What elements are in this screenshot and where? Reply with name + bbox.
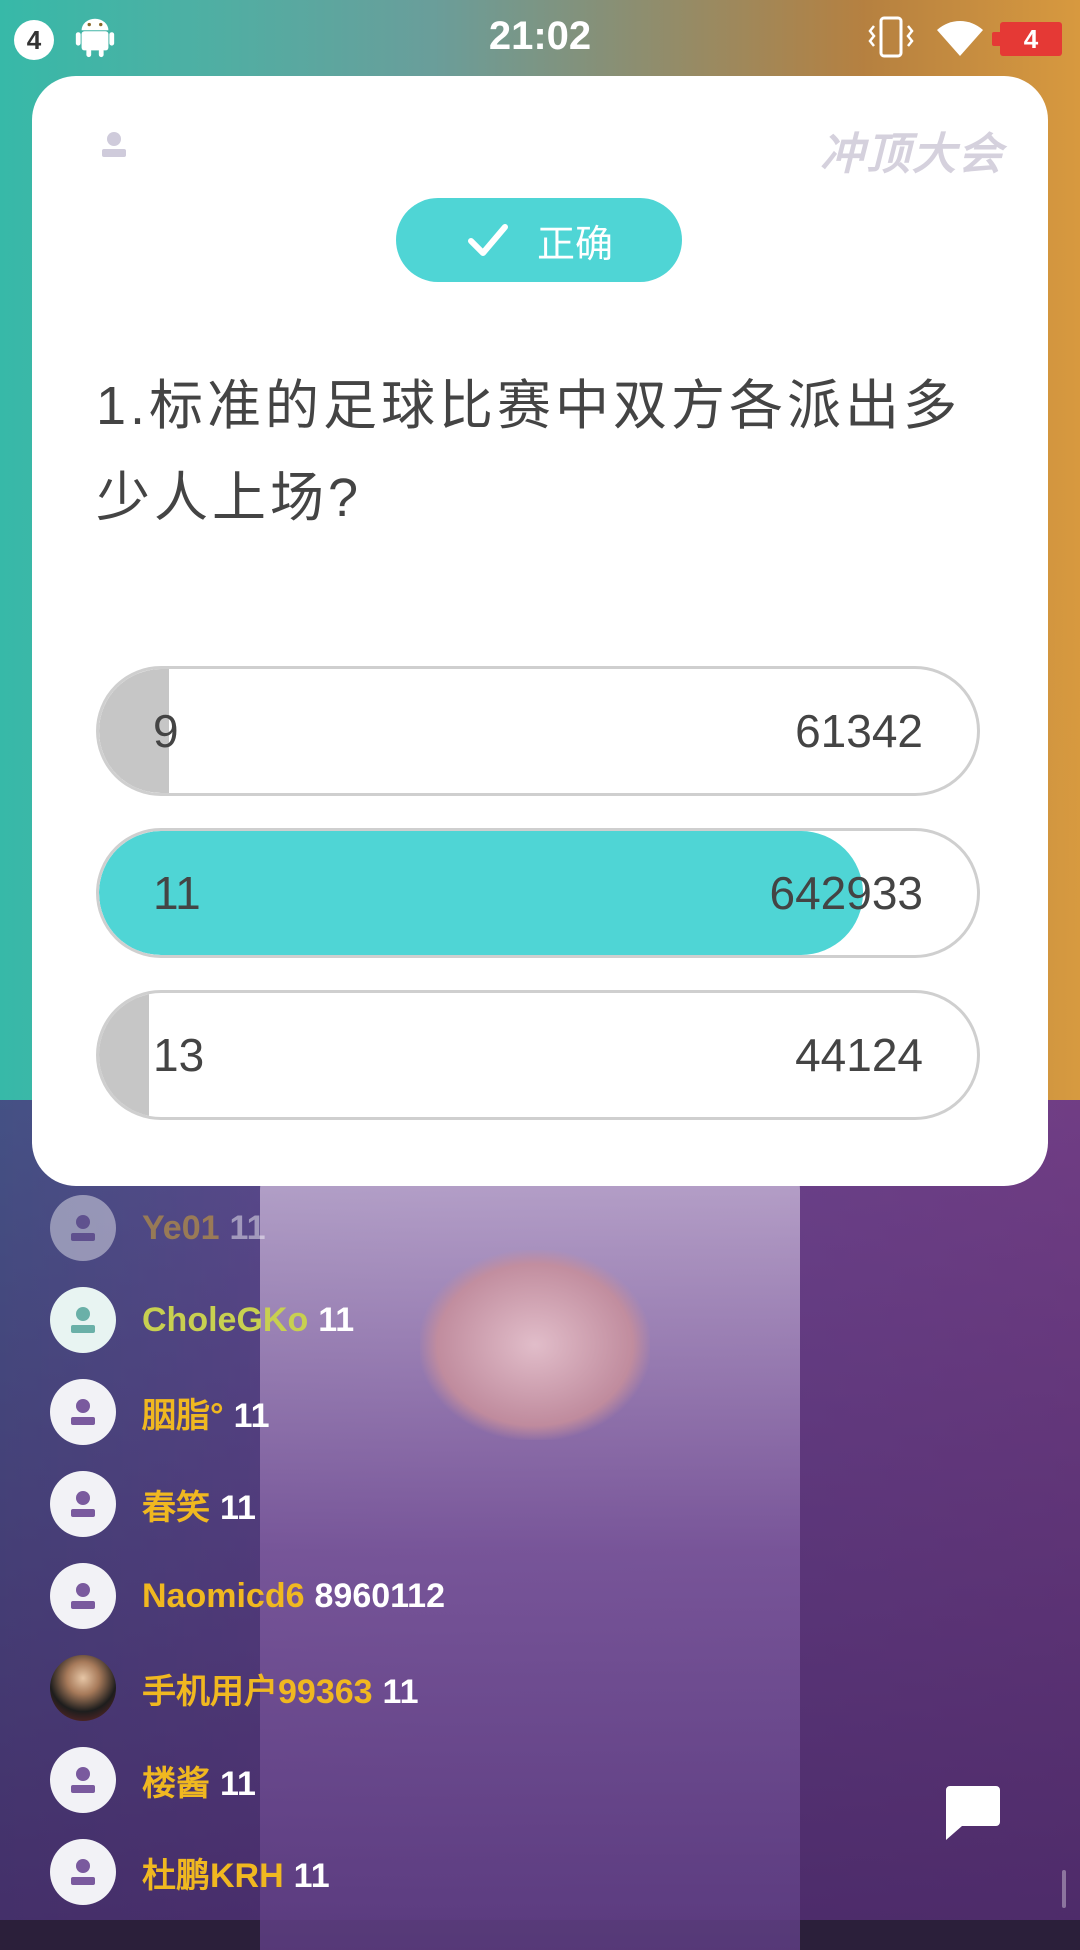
comment-item: 春笑 11 [50,1458,750,1550]
answer-result-badge: 正确 [396,198,682,282]
answer-option-3[interactable]: 13 44124 [96,990,980,1120]
comment-username: 春笑 [142,1488,210,1527]
avatar[interactable] [50,1563,116,1629]
comment-item: Ye01 11 [50,1182,750,1274]
default-avatar-icon [71,1215,95,1241]
comment-username: 手机用户99363 [142,1672,373,1711]
vibrate-icon [868,16,914,58]
comment-message: 8960112 [314,1576,446,1615]
comment-item: 楼酱 11 [50,1734,750,1826]
answer-option-label: 9 [153,705,179,757]
comment-item: 胭脂° 11 [50,1366,750,1458]
answer-option-label: 11 [153,867,201,919]
answer-option-2[interactable]: 11 642933 [96,828,980,958]
default-avatar-icon [71,1307,95,1333]
comment-message: 11 [318,1300,355,1339]
comment-username: Ye01 [142,1208,220,1247]
user-icon[interactable] [100,130,128,158]
app-logo: 冲顶大会 [820,130,1004,179]
scroll-indicator [1062,1870,1066,1908]
wifi-icon [937,21,983,57]
answer-option-1[interactable]: 9 61342 [96,666,980,796]
comment-username: 楼酱 [142,1764,210,1803]
comment-message: 11 [293,1856,330,1895]
chat-icon[interactable] [940,1782,1002,1842]
checkmark-icon [467,224,508,256]
status-bar: 4 21:02 4 [0,0,1080,76]
avatar[interactable] [50,1287,116,1353]
avatar[interactable] [50,1195,116,1261]
default-avatar-icon [71,1491,95,1517]
default-avatar-icon [71,1767,95,1793]
comment-username: 胭脂° [142,1396,224,1435]
comment-message: 11 [220,1764,256,1803]
answer-option-2-fill [99,831,863,955]
answer-option-count: 44124 [795,1029,923,1081]
clock: 21:02 [488,14,592,58]
answer-option-count: 642933 [769,867,924,919]
default-avatar-icon [71,1583,95,1609]
comment-message: 11 [382,1672,419,1711]
answer-option-count: 61342 [795,705,923,757]
comment-item: Naomicd6 8960112 [50,1550,750,1642]
avatar-photo[interactable] [50,1655,116,1721]
comment-item: 杜鹏KRH 11 [50,1826,750,1918]
avatar[interactable] [50,1471,116,1537]
answer-option-label: 13 [153,1029,205,1081]
question-text: 1.标准的足球比赛中双方各派出多少人上场? [96,376,962,528]
comment-message: 11 [229,1208,266,1247]
live-comments-list: Ye01 11 CholeGKo 11 胭脂° 11 春笑 11 Naomicd6 896… [50,1182,750,1918]
comment-username: Naomicd6 [142,1576,305,1615]
comment-username: 杜鹏KRH [142,1856,284,1895]
comment-message: 11 [233,1396,270,1435]
avatar[interactable] [50,1839,116,1905]
comment-item: CholeGKo 11 [50,1274,750,1366]
comment-message: 11 [220,1488,256,1527]
avatar[interactable] [50,1379,116,1445]
result-label: 正确 [536,223,613,266]
default-avatar-icon [71,1399,95,1425]
comment-item: 手机用户99363 11 [50,1642,750,1734]
battery-indicator: 4 [992,22,1062,56]
avatar[interactable] [50,1747,116,1813]
default-avatar-icon [71,1859,95,1885]
comment-username: CholeGKo [142,1300,309,1339]
